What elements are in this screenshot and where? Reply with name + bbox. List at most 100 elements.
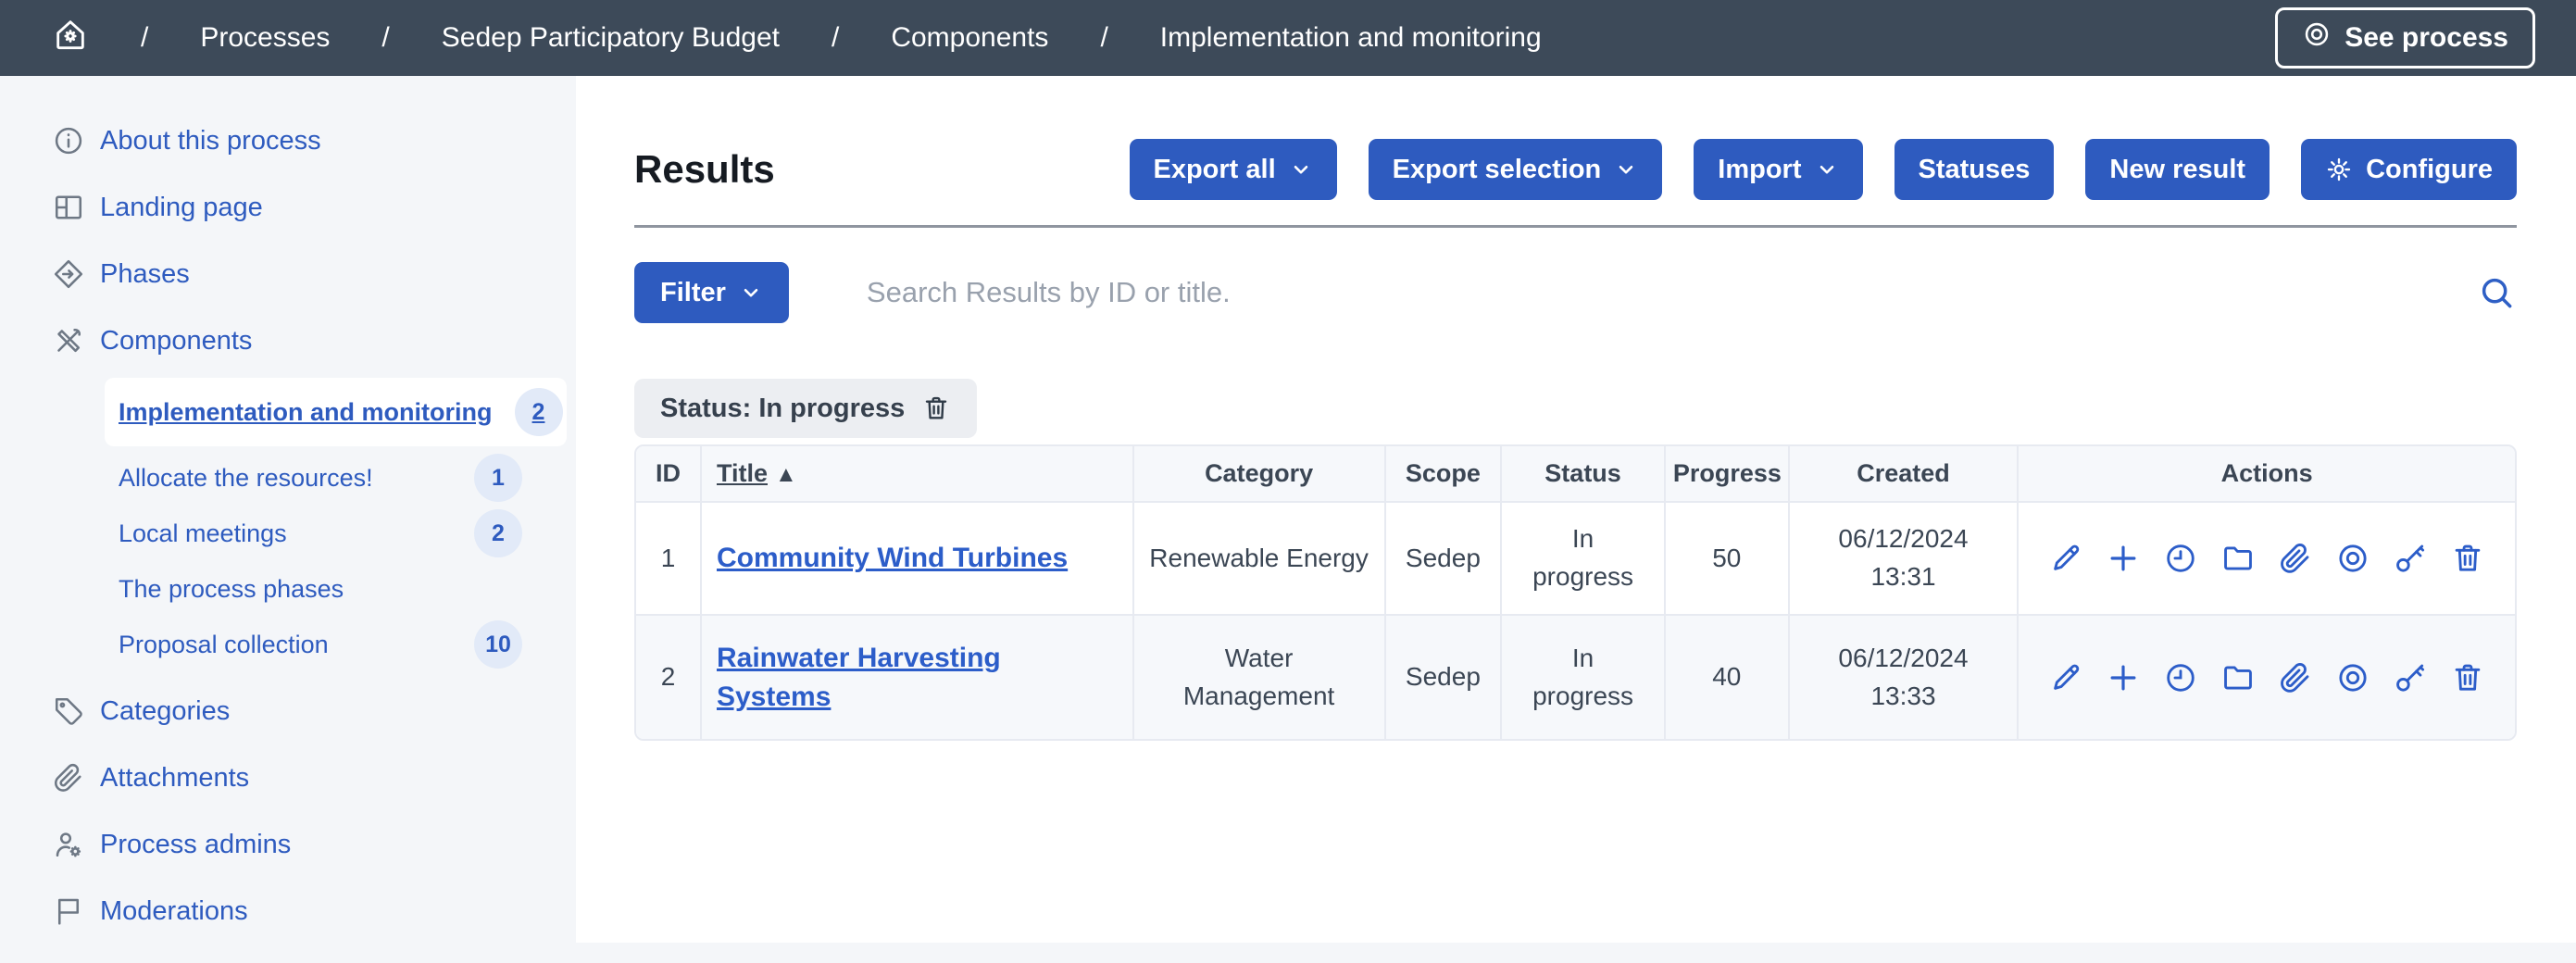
info-icon bbox=[52, 124, 85, 157]
export-all-button[interactable]: Export all bbox=[1130, 139, 1337, 200]
home-icon bbox=[52, 16, 89, 60]
sort-by-title-link[interactable]: Title bbox=[717, 459, 768, 487]
table-row: 1 Community Wind Turbines Renewable Ener… bbox=[636, 501, 2515, 614]
result-title-link[interactable]: Community Wind Turbines bbox=[717, 543, 1068, 573]
sidebar-item-label: Attachments bbox=[100, 763, 249, 794]
count-badge: 1 bbox=[474, 454, 522, 502]
sidebar-subitem-allocate-the-resources[interactable]: Allocate the resources! 1 bbox=[0, 450, 576, 506]
applied-filter-label: Status: In progress bbox=[660, 394, 905, 424]
result-category: Water Management bbox=[1132, 614, 1384, 739]
sidebar-item-attachments[interactable]: Attachments bbox=[0, 744, 576, 811]
page: / Processes / Sedep Participatory Budget… bbox=[0, 0, 2576, 963]
sidebar-item-components[interactable]: Components bbox=[0, 307, 576, 374]
gear-icon bbox=[2325, 156, 2353, 183]
attachments-action-button[interactable] bbox=[2278, 660, 2313, 695]
permissions-action-button[interactable] bbox=[2393, 660, 2428, 695]
sidebar-item-process-admins[interactable]: Process admins bbox=[0, 811, 576, 878]
result-status: In progress bbox=[1500, 501, 1664, 614]
search-input[interactable] bbox=[867, 276, 2457, 309]
import-button[interactable]: Import bbox=[1694, 139, 1862, 200]
sidebar-subitem-the-process-phases[interactable]: The process phases bbox=[0, 561, 576, 617]
sidebar-item-categories[interactable]: Categories bbox=[0, 678, 576, 744]
preview-action-button[interactable] bbox=[2335, 541, 2370, 576]
trash-icon bbox=[2450, 660, 2485, 695]
column-header-created: Created bbox=[1788, 446, 2018, 501]
clock-icon bbox=[2163, 660, 2198, 695]
sidebar-subitem-proposal-collection[interactable]: Proposal collection 10 bbox=[0, 617, 576, 672]
breadcrumb-item-current[interactable]: Implementation and monitoring bbox=[1160, 22, 1542, 54]
export-all-label: Export all bbox=[1154, 155, 1276, 185]
toolbar: Export all Export selection Import Statu… bbox=[1130, 139, 2518, 200]
sort-ascending-icon: ▲ bbox=[775, 462, 797, 488]
sidebar-subitem-label: Local meetings bbox=[119, 519, 287, 548]
export-selection-label: Export selection bbox=[1393, 155, 1602, 185]
result-created: 06/12/2024 13:33 bbox=[1788, 614, 2018, 739]
see-process-button[interactable]: See process bbox=[2275, 7, 2535, 69]
delete-action-button[interactable] bbox=[2450, 660, 2485, 695]
chevron-down-icon bbox=[1289, 157, 1313, 181]
export-selection-button[interactable]: Export selection bbox=[1369, 139, 1663, 200]
plus-icon bbox=[2106, 660, 2141, 695]
result-status: In progress bbox=[1500, 614, 1664, 739]
attachments-action-button[interactable] bbox=[2278, 541, 2313, 576]
result-created: 06/12/2024 13:31 bbox=[1788, 501, 2018, 614]
page-title: Results bbox=[634, 147, 775, 192]
result-title-cell: Rainwater Harvesting Systems bbox=[700, 614, 1132, 739]
result-actions bbox=[2017, 501, 2515, 614]
chevron-down-icon bbox=[1815, 157, 1839, 181]
column-header-scope: Scope bbox=[1384, 446, 1501, 501]
search-icon[interactable] bbox=[2476, 272, 2517, 313]
chevron-down-icon bbox=[739, 281, 763, 305]
folder-action-button[interactable] bbox=[2220, 660, 2256, 695]
column-header-progress: Progress bbox=[1664, 446, 1788, 501]
sidebar-item-label: About this process bbox=[100, 126, 321, 156]
remove-filter-button[interactable] bbox=[921, 394, 951, 423]
sidebar-item-phases[interactable]: Phases bbox=[0, 241, 576, 307]
sidebar-subitem-label: Implementation and monitoring bbox=[119, 398, 493, 427]
pencil-icon bbox=[2048, 660, 2083, 695]
sidebar-item-about[interactable]: About this process bbox=[0, 107, 576, 174]
folder-action-button[interactable] bbox=[2220, 541, 2256, 576]
column-header-category: Category bbox=[1132, 446, 1384, 501]
breadcrumb-home-link[interactable] bbox=[52, 16, 89, 60]
permissions-action-button[interactable] bbox=[2393, 541, 2428, 576]
sidebar-subitem-local-meetings[interactable]: Local meetings 2 bbox=[0, 506, 576, 561]
column-header-status: Status bbox=[1500, 446, 1664, 501]
sidebar-item-landing-page[interactable]: Landing page bbox=[0, 174, 576, 241]
delete-action-button[interactable] bbox=[2450, 541, 2485, 576]
eye-icon bbox=[2302, 19, 2332, 56]
edit-action-button[interactable] bbox=[2048, 541, 2083, 576]
breadcrumb-item-processes[interactable]: Processes bbox=[200, 22, 330, 54]
add-action-button[interactable] bbox=[2106, 660, 2141, 695]
result-category: Renewable Energy bbox=[1132, 501, 1384, 614]
breadcrumb-item-process[interactable]: Sedep Participatory Budget bbox=[442, 22, 780, 54]
add-action-button[interactable] bbox=[2106, 541, 2141, 576]
folder-icon bbox=[2220, 660, 2256, 695]
breadcrumb: / Processes / Sedep Participatory Budget… bbox=[52, 16, 1542, 60]
history-action-button[interactable] bbox=[2163, 660, 2198, 695]
result-title-link[interactable]: Rainwater Harvesting Systems bbox=[717, 643, 1001, 712]
result-title-cell: Community Wind Turbines bbox=[700, 501, 1132, 614]
layout-icon bbox=[52, 191, 85, 224]
filter-button[interactable]: Filter bbox=[634, 262, 789, 323]
configure-button[interactable]: Configure bbox=[2301, 139, 2517, 200]
pencil-icon bbox=[2048, 541, 2083, 576]
result-progress: 50 bbox=[1664, 501, 1788, 614]
preview-action-button[interactable] bbox=[2335, 660, 2370, 695]
topbar: / Processes / Sedep Participatory Budget… bbox=[0, 0, 2576, 76]
statuses-button[interactable]: Statuses bbox=[1894, 139, 2055, 200]
new-result-button[interactable]: New result bbox=[2085, 139, 2270, 200]
breadcrumb-item-components[interactable]: Components bbox=[891, 22, 1048, 54]
table-header-row: ID Title▲ Category Scope Status Progress… bbox=[636, 446, 2515, 501]
edit-action-button[interactable] bbox=[2048, 660, 2083, 695]
sidebar-item-moderations[interactable]: Moderations bbox=[0, 878, 576, 943]
header-divider bbox=[634, 225, 2517, 228]
filter-label: Filter bbox=[660, 278, 726, 308]
count-badge: 10 bbox=[474, 620, 522, 669]
sidebar-subitem-implementation-and-monitoring[interactable]: Implementation and monitoring 2 bbox=[105, 378, 567, 446]
history-action-button[interactable] bbox=[2163, 541, 2198, 576]
breadcrumb-separator: / bbox=[141, 22, 148, 54]
result-scope: Sedep bbox=[1384, 614, 1501, 739]
result-progress: 40 bbox=[1664, 614, 1788, 739]
key-icon bbox=[2393, 541, 2428, 576]
